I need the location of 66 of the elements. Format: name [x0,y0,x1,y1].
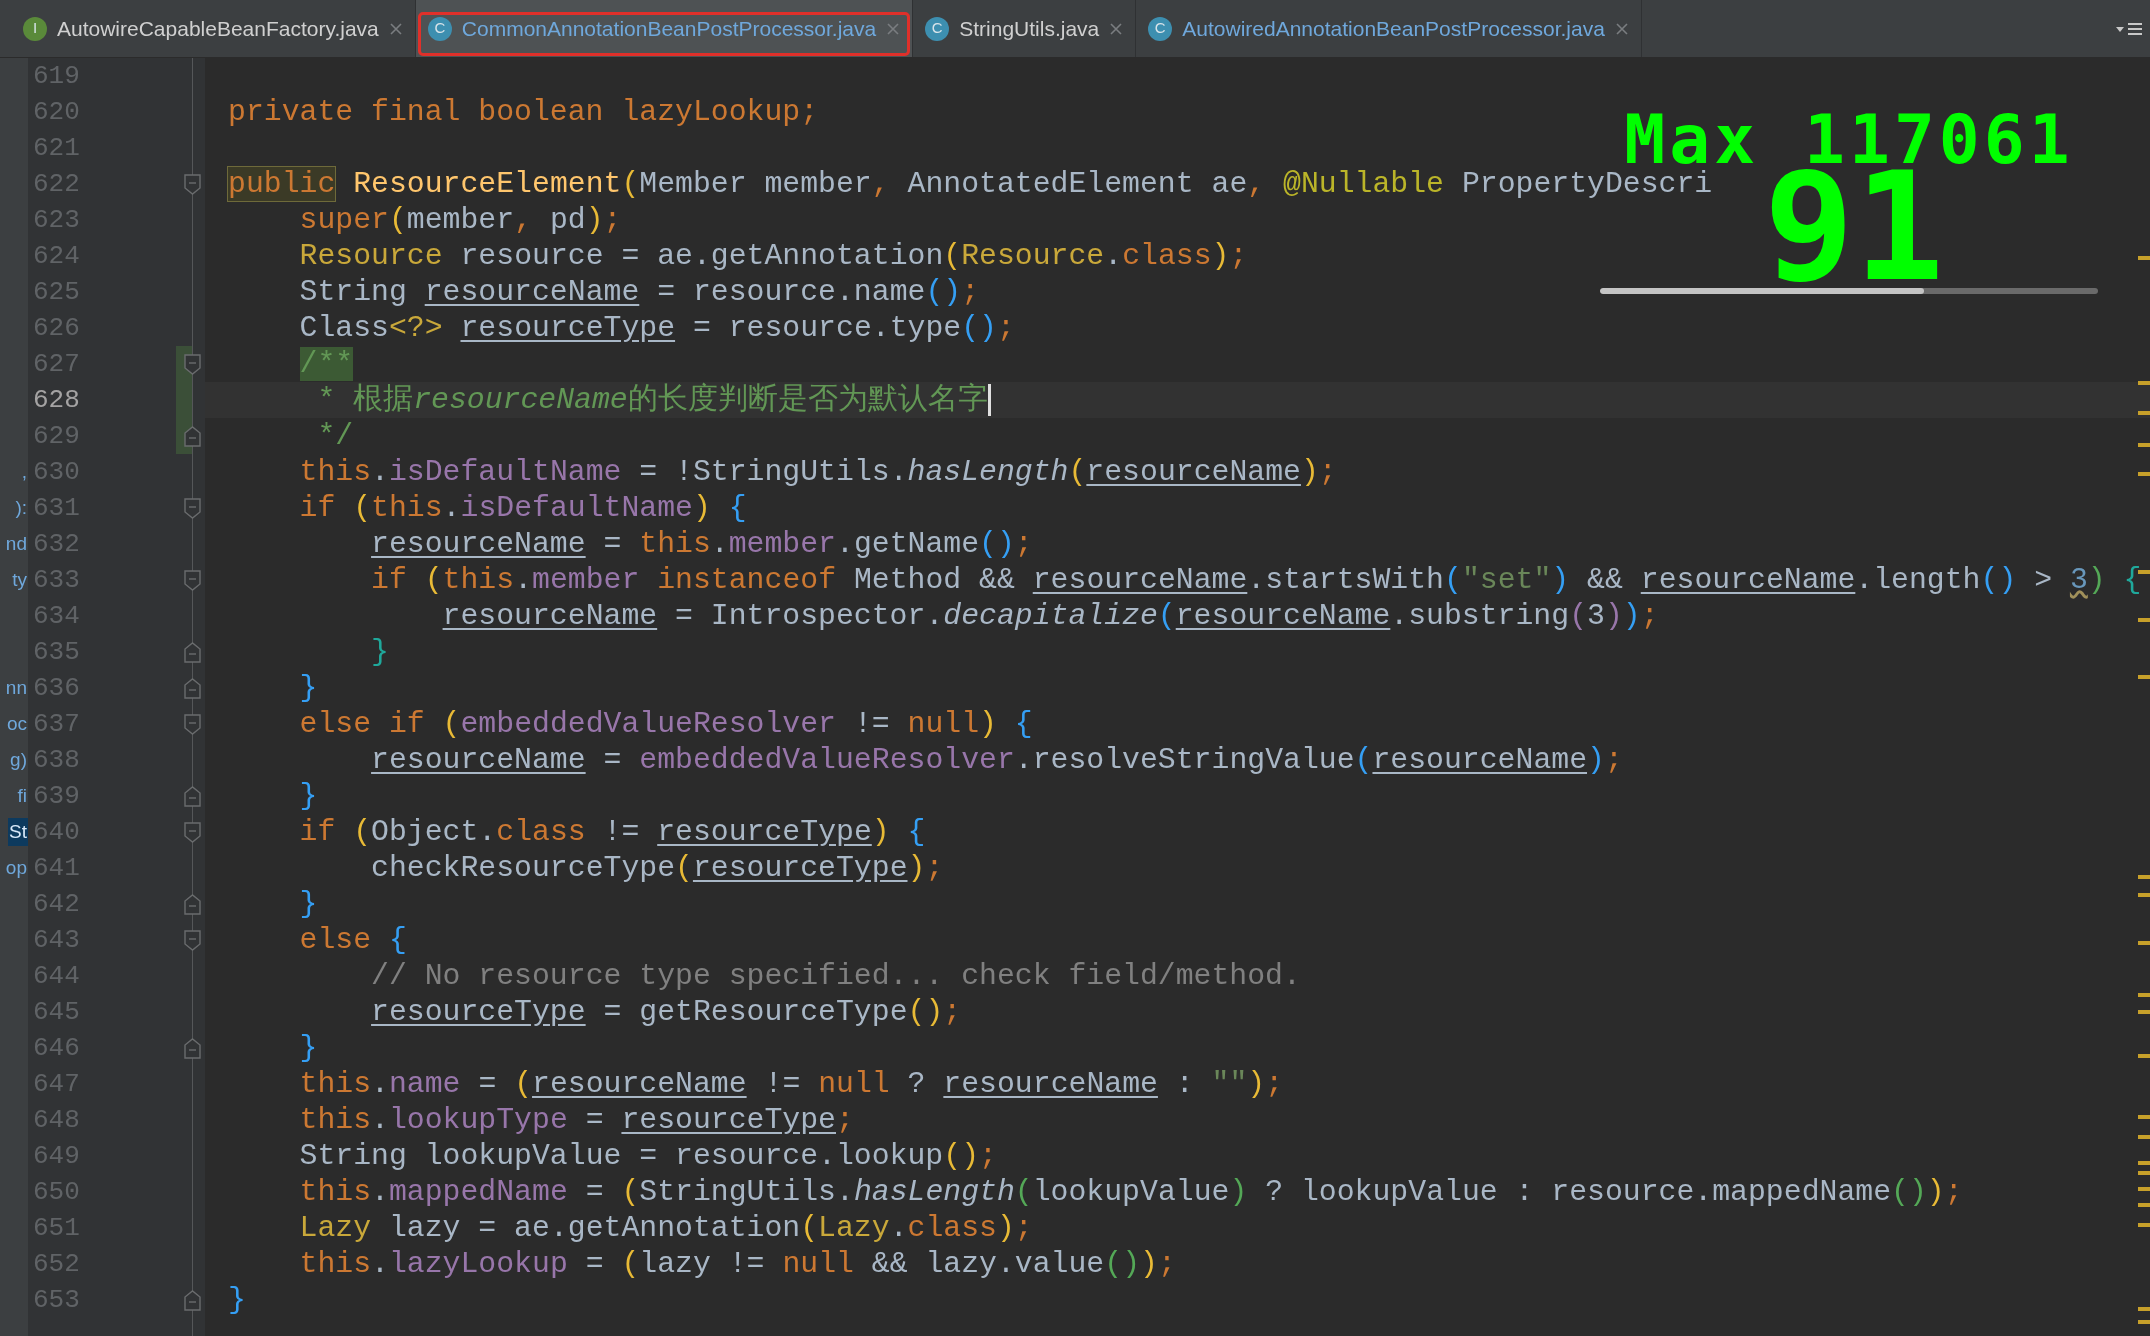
panel-text: op [4,855,28,880]
fold-icon[interactable] [184,714,201,735]
code-line: } [298,778,318,814]
panel-text: nd [4,531,28,556]
code-line: this.isDefaultName = !StringUtils.hasLength(resourceName); [298,454,1337,490]
panel-text: fi [16,783,28,808]
code-line: this.mappedName = (StringUtils.hasLength(lookupValue) ? lookupValue : resource.mappedName()); [298,1174,1963,1210]
file-type-icon: I [23,16,47,41]
code-line: } [228,1282,246,1318]
close-icon[interactable] [1109,21,1124,36]
code-line: } [298,886,318,922]
code-comment: * 根据resourceName的长度判断是否为默认名字 [316,382,988,418]
code-line: } [298,1030,318,1066]
line-number: 628 [33,383,80,417]
code-line: else { [298,922,407,958]
code-line: String resourceName = resource.name(); [298,274,980,310]
unfold-icon[interactable] [184,1038,201,1059]
panel-text: St [8,817,28,847]
code-line: resourceType = getResourceType(); [370,994,962,1030]
code-comment: // No resource type specified... check field/method. [370,958,1301,994]
unfold-icon[interactable] [184,1290,201,1311]
code-line: super(member, pd); [298,202,622,238]
fold-icon[interactable] [184,354,201,375]
close-icon[interactable] [886,21,901,36]
unfold-icon[interactable] [184,786,201,807]
fold-icon[interactable] [184,174,201,195]
code-comment: */ [316,418,354,454]
code-comment: /** [298,346,354,382]
fold-icon[interactable] [184,498,201,519]
code-line: } [370,634,389,670]
code-line: else if (embeddedValueResolver != null) { [298,706,1033,742]
code-line: String lookupValue = resource.lookup(); [298,1138,997,1174]
code-line: Lazy lazy = ae.getAnnotation(Lazy.class); [298,1210,1033,1246]
code-line: this.lookupType = resourceType; [298,1102,854,1138]
panel-text: ty [11,567,28,592]
unfold-icon[interactable] [184,894,201,915]
fold-icon[interactable] [184,822,201,843]
code-line: resourceName = embeddedValueResolver.resolveStringValue(resourceName); [370,742,1623,778]
code-line: if (this.member instanceof Method && resourceName.startsWith("set") && resourceName.length() > 3) { [370,562,2142,598]
unfold-icon[interactable] [184,426,201,447]
unfold-icon[interactable] [184,678,201,699]
code-line: private final boolean lazyLookup; [228,94,819,130]
file-type-icon: C [925,16,950,41]
code-line: Class<?> resourceType = resource.type(); [298,310,1015,346]
code-line: public ResourceElement(Member member, AnnotatedElement ae, @Nullable PropertyDescri [228,166,1713,202]
code-line: resourceName = this.member.getName(); [370,526,1033,562]
code-line: Resource resource = ae.getAnnotation(Resource.class); [298,238,1248,274]
file-type-icon: C [427,16,452,41]
unfold-icon[interactable] [184,642,201,663]
panel-text: ): [14,495,28,520]
code-line: if (this.isDefaultName) { [298,490,747,526]
code-line: resourceName = Introspector.decapitalize(resourceName.substring(3)); [441,598,1659,634]
fold-icon[interactable] [184,930,201,951]
panel-text: g) [9,747,28,772]
file-type-icon: C [1148,16,1173,41]
code-line: this.name = (resourceName != null ? resourceName : ""); [298,1066,1284,1102]
panel-text: , [20,459,28,484]
code-line: checkResourceType(resourceType); [370,850,944,886]
close-icon[interactable] [388,21,403,36]
code-line: this.lazyLookup = (lazy != null && lazy.value()); [298,1246,1176,1282]
close-icon[interactable] [1614,21,1629,36]
panel-text: nn [4,675,28,700]
fold-icon[interactable] [184,570,201,591]
code-line: if (Object.class != resourceType) { [298,814,926,850]
panel-text: oc [5,711,28,736]
code-line: } [298,670,318,706]
